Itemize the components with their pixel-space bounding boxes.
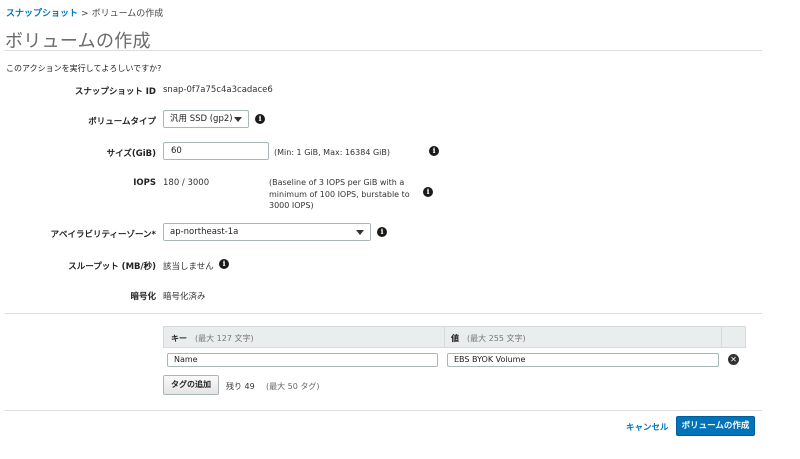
tags-table: キー (最大 127 文字) 値 (最大 255 文字) xyxy=(163,326,746,348)
snapshot-id-label: スナップショット ID xyxy=(74,87,156,97)
throughput-info-icon[interactable]: i xyxy=(219,259,229,269)
iops-hint-line-3: 3000 IOPS) xyxy=(269,201,314,210)
size-hint: (Min: 1 GiB, Max: 16384 GiB) xyxy=(274,148,390,157)
cancel-button[interactable]: キャンセル xyxy=(626,421,669,433)
tag-key-input[interactable]: Name xyxy=(167,353,438,367)
snapshot-id-value: snap-0f7a75c4a3cadace6 xyxy=(163,85,273,95)
chevron-down-icon xyxy=(234,117,242,122)
tag-value-header-title: 値 xyxy=(451,334,459,343)
encryption-value: 暗号化済み xyxy=(163,292,206,302)
tag-key-limit: (最大 127 文字) xyxy=(195,334,254,343)
section-divider xyxy=(5,313,762,314)
footer-divider xyxy=(5,410,762,411)
iops-hint: (Baseline of 3 IOPS per GiB with a minim… xyxy=(269,177,410,212)
breadcrumb: スナップショット > ボリュームの作成 xyxy=(6,6,163,19)
breadcrumb-snapshots-link[interactable]: スナップショット xyxy=(6,9,78,19)
tag-key-header: キー (最大 127 文字) xyxy=(171,333,254,344)
tag-value-header: 値 (最大 255 文字) xyxy=(451,333,526,344)
chevron-down-icon xyxy=(356,230,364,235)
tag-key-header-title: キー xyxy=(171,334,187,343)
encryption-label: 暗号化 xyxy=(130,292,156,302)
size-info-icon[interactable]: i xyxy=(429,146,439,156)
header-divider xyxy=(444,327,445,347)
header-divider xyxy=(721,327,722,347)
confirm-text: このアクションを実行してよろしいですか? xyxy=(6,64,162,73)
tag-value-input[interactable]: EBS BYOK Volume xyxy=(447,353,719,367)
tags-remaining-count: 残り 49 xyxy=(226,382,255,391)
tags-table-header: キー (最大 127 文字) 値 (最大 255 文字) xyxy=(163,326,746,348)
iops-label: IOPS xyxy=(133,178,156,188)
az-select[interactable]: ap-northeast-1a xyxy=(163,223,371,241)
volume-type-select[interactable]: 汎用 SSD (gp2) xyxy=(163,110,249,128)
title-divider xyxy=(5,50,762,51)
breadcrumb-separator: > xyxy=(81,9,89,19)
tags-remaining-max: (最大 50 タグ) xyxy=(266,382,320,391)
breadcrumb-current: ボリュームの作成 xyxy=(91,9,164,19)
tags-remaining: 残り 49 xyxy=(226,381,255,392)
az-label: アベイラビリティーゾーン* xyxy=(50,230,156,240)
iops-value: 180 / 3000 xyxy=(163,178,210,188)
size-label: サイズ(GiB) xyxy=(106,149,156,159)
add-tag-button[interactable]: タグの追加 xyxy=(163,375,219,395)
iops-info-icon[interactable]: i xyxy=(423,187,433,197)
iops-hint-line-2: minimum of 100 IOPS, burstable to xyxy=(269,189,410,199)
volume-type-selected: 汎用 SSD (gp2) xyxy=(170,114,233,124)
throughput-label: スループット (MB/秒) xyxy=(68,262,156,272)
volume-type-label: ボリュームタイプ xyxy=(88,117,156,127)
create-volume-button[interactable]: ボリュームの作成 xyxy=(676,416,755,436)
throughput-value: 該当しません xyxy=(163,262,214,272)
volume-type-info-icon[interactable]: i xyxy=(255,114,265,124)
size-input[interactable]: 60 xyxy=(163,142,269,160)
remove-tag-icon[interactable]: ✕ xyxy=(728,354,739,365)
az-info-icon[interactable]: i xyxy=(377,227,387,237)
iops-hint-line-1: (Baseline of 3 IOPS per GiB with a xyxy=(269,178,405,187)
tag-value-limit: (最大 255 文字) xyxy=(467,334,526,343)
az-selected: ap-northeast-1a xyxy=(170,227,239,237)
